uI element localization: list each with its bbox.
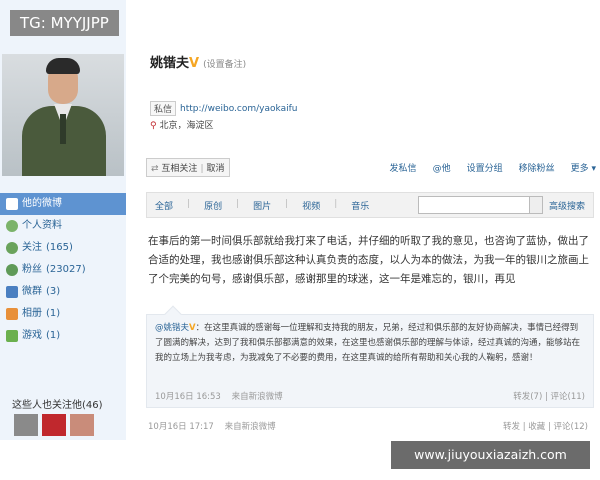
- post-actions[interactable]: 转发 | 收藏 | 评论(12): [503, 420, 588, 432]
- search-input[interactable]: [417, 196, 530, 214]
- sidebar-item-profile[interactable]: 个人资料: [0, 215, 126, 237]
- sidebar-item-count: (1): [46, 308, 61, 319]
- sidebar-item-label: 他的微博: [22, 198, 62, 209]
- profile-location: ⚲ 北京，海淀区: [150, 118, 213, 131]
- sidebar-item-games[interactable]: 游戏 (1): [0, 325, 126, 347]
- person-icon: [6, 220, 18, 232]
- remove-fan-link[interactable]: 移除粉丝: [519, 161, 555, 174]
- sidebar-item-groups[interactable]: 微群 (3): [0, 281, 126, 303]
- post-meta: 10月16日 17:17 来自新浪微博: [148, 420, 276, 432]
- sidebar-item-label: 游戏: [22, 330, 42, 341]
- tab-video[interactable]: 视频: [302, 199, 320, 212]
- post-time[interactable]: 10月16日 17:17: [148, 422, 214, 432]
- message-button[interactable]: 私信: [150, 101, 177, 116]
- tab-original[interactable]: 原创: [204, 199, 222, 212]
- repost-author-link[interactable]: @姚锴夫: [155, 323, 189, 333]
- overlay-tag: TG: MYYJJPP: [10, 10, 119, 36]
- avatar[interactable]: [70, 414, 94, 436]
- more-dropdown[interactable]: 更多 ▾: [571, 161, 596, 174]
- avatar[interactable]: [2, 54, 124, 176]
- mutual-follow-icon: ⇄: [151, 163, 159, 174]
- feed-filter-bar: 全部 | 原创 | 图片 | 视频 | 音乐 高级搜索: [146, 192, 594, 218]
- group-icon: [6, 286, 18, 298]
- post-text: 在事后的第一时间俱乐部就给我打来了电话，并仔细的听取了我的意见，也咨询了蓝协，做…: [148, 235, 589, 285]
- mention-link[interactable]: @他: [433, 161, 451, 174]
- repost-time[interactable]: 10月16日 16:53: [155, 392, 221, 402]
- main-content: 姚锴夫V (设置备注) 私信 http://weibo.com/yaokaifu …: [126, 0, 600, 440]
- sidebar-item-label: 相册: [22, 308, 42, 319]
- sidebar-item-label: 关注: [22, 242, 42, 253]
- game-icon: [6, 330, 18, 342]
- post-source: 来自新浪微博: [224, 422, 276, 432]
- sidebar-item-label: 粉丝: [22, 264, 42, 275]
- repost-text: ：在这里真诚的感谢每一位理解和支持我的朋友，兄弟，经过和俱乐部的友好协商解决，事…: [155, 323, 581, 363]
- verified-badge-icon: V: [189, 323, 196, 333]
- sidebar-item-count: (1): [46, 330, 61, 341]
- send-message-link[interactable]: 发私信: [390, 161, 417, 174]
- album-icon: [6, 308, 18, 320]
- also-following-avatars: [14, 414, 94, 436]
- repost-source: 来自新浪微博: [231, 392, 283, 402]
- sidebar-menu: 他的微博 个人资料 关注 (165) 粉丝 (23027) 微群 (3) 相册 (1): [0, 193, 126, 347]
- watermark: www.jiuyouxiazaizh.com: [391, 441, 590, 469]
- avatar[interactable]: [42, 414, 66, 436]
- set-remark-link[interactable]: (设置备注): [203, 60, 246, 70]
- tab-all[interactable]: 全部: [155, 199, 173, 212]
- location-icon: ⚲: [150, 121, 157, 131]
- reposted-weibo: @姚锴夫V：在这里真诚的感谢每一位理解和支持我的朋友，兄弟，经过和俱乐部的友好协…: [146, 305, 594, 408]
- tab-images[interactable]: 图片: [253, 199, 271, 212]
- sidebar-item-count: (165): [46, 242, 73, 253]
- repost-stats[interactable]: 转发(7) | 评论(11): [513, 390, 585, 402]
- sidebar-item-label: 微群: [22, 286, 42, 297]
- profile-header: 姚锴夫V (设置备注): [150, 52, 246, 71]
- profile-url-link[interactable]: http://weibo.com/yaokaifu: [180, 104, 297, 114]
- profile-actions: ⇄ 互相关注 | 取消 发私信 @他 设置分组 移除粉丝 更多 ▾: [146, 155, 596, 179]
- repost-meta: 10月16日 16:53 来自新浪微博: [155, 390, 283, 402]
- location-text: 北京，海淀区: [159, 121, 214, 131]
- following-icon: [6, 242, 18, 254]
- sidebar-item-following[interactable]: 关注 (165): [0, 237, 126, 259]
- mutual-follow-label: 互相关注: [161, 163, 198, 174]
- profile-links: 私信 http://weibo.com/yaokaifu: [150, 101, 297, 116]
- tab-music[interactable]: 音乐: [351, 199, 369, 212]
- mutual-follow-button[interactable]: ⇄ 互相关注 | 取消: [146, 157, 230, 177]
- also-following-title: 这些人也关注他(46): [12, 400, 103, 411]
- sidebar-item-label: 个人资料: [22, 220, 62, 231]
- search-button[interactable]: [528, 196, 543, 214]
- verified-badge-icon: V: [189, 56, 200, 71]
- advanced-search-link[interactable]: 高级搜索: [549, 199, 585, 212]
- set-group-link[interactable]: 设置分组: [467, 161, 503, 174]
- sidebar-item-album[interactable]: 相册 (1): [0, 303, 126, 325]
- profile-name: 姚锴夫: [150, 56, 190, 71]
- sidebar-item-weibo[interactable]: 他的微博: [0, 193, 126, 215]
- avatar[interactable]: [14, 414, 38, 436]
- home-icon: [6, 198, 18, 210]
- weibo-profile-page: 他的微博 个人资料 关注 (165) 粉丝 (23027) 微群 (3) 相册 (1): [0, 0, 600, 440]
- cancel-follow-link[interactable]: 取消: [206, 164, 224, 174]
- sidebar-item-count: (23027): [46, 264, 86, 275]
- sidebar-item-fans[interactable]: 粉丝 (23027): [0, 259, 126, 281]
- sidebar: 他的微博 个人资料 关注 (165) 粉丝 (23027) 微群 (3) 相册 (1): [0, 0, 126, 440]
- sidebar-item-count: (3): [46, 286, 61, 297]
- fans-icon: [6, 264, 18, 276]
